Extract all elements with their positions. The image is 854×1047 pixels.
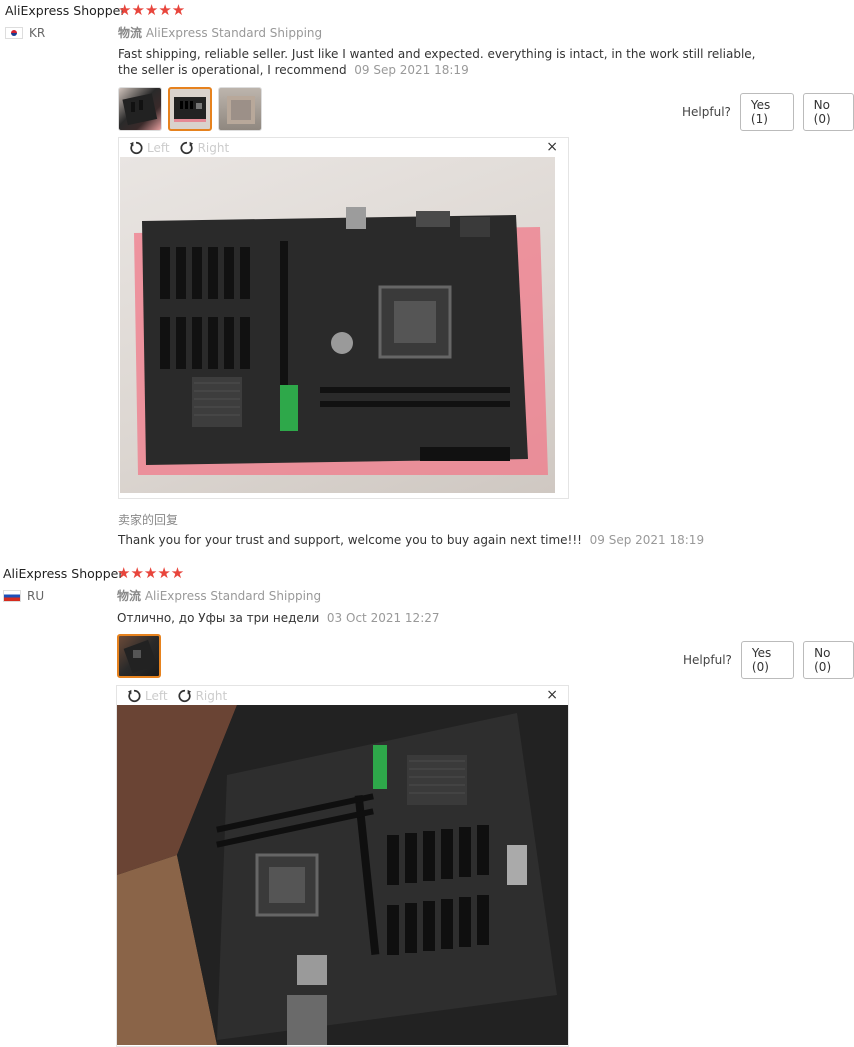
- rotate-left-button[interactable]: Left: [127, 689, 168, 703]
- rotate-left-label: Left: [145, 688, 168, 703]
- ru-flag-icon: [3, 590, 21, 602]
- review-2: AliExpress Shopper ★★★★★ RU 物流 AliExpres…: [0, 0, 854, 1047]
- close-viewer-button[interactable]: ×: [546, 687, 558, 703]
- review-thumbnail-active[interactable]: [117, 634, 161, 678]
- rotate-right-button[interactable]: Right: [178, 688, 228, 703]
- rotate-right-label: Right: [195, 688, 228, 703]
- helpful-vote: Helpful? Yes (0) No (0): [683, 641, 854, 679]
- helpful-no-button[interactable]: No (0): [803, 641, 854, 679]
- image-viewer: Left Right ×: [116, 685, 569, 1047]
- review-date: 03 Oct 2021 12:27: [326, 611, 440, 625]
- review-author: AliExpress Shopper: [3, 566, 124, 581]
- rotate-right-icon: [178, 689, 191, 702]
- review-country: RU: [3, 589, 44, 603]
- shipping-method: AliExpress Standard Shipping: [144, 589, 322, 603]
- review-text-block: Отлично, до Уфы за три недели 03 Oct 202…: [117, 610, 777, 626]
- shipping-info: 物流 AliExpress Standard Shipping: [117, 587, 321, 604]
- review-photo-motherboard: [117, 705, 568, 1045]
- helpful-label: Helpful?: [683, 653, 732, 667]
- image-viewer-toolbar: Left Right ×: [117, 686, 568, 705]
- rotate-left-icon: [127, 689, 141, 702]
- helpful-yes-button[interactable]: Yes (0): [740, 641, 795, 679]
- motherboard-image: [117, 705, 568, 1045]
- board-image-icon: [123, 639, 157, 674]
- review-thumbnails: [117, 634, 161, 678]
- review-text: Отлично, до Уфы за три недели: [117, 611, 320, 625]
- rating-stars: ★★★★★: [117, 564, 185, 582]
- country-code: RU: [27, 589, 45, 603]
- shipping-label: 物流: [117, 589, 142, 603]
